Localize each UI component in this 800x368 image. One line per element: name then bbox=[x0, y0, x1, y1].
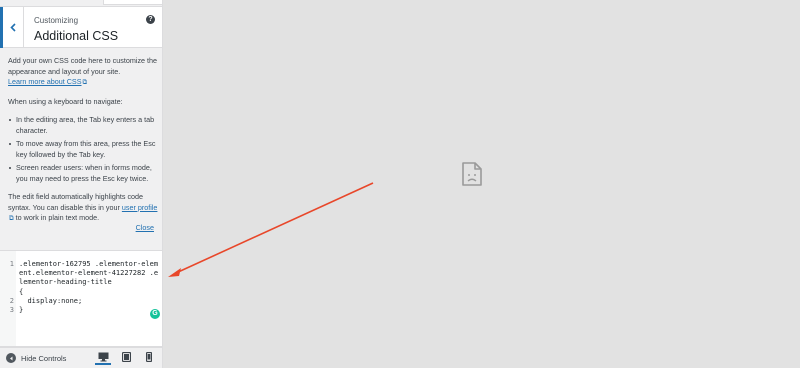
list-item: Screen reader users: when in forms mode,… bbox=[8, 163, 158, 184]
hide-controls-label: Hide Controls bbox=[21, 353, 67, 363]
desktop-preview-button[interactable] bbox=[95, 351, 111, 365]
back-button[interactable] bbox=[0, 7, 24, 48]
line-number: 1 bbox=[9, 260, 14, 268]
chevron-left-icon bbox=[10, 23, 16, 32]
help-icon[interactable]: ? bbox=[146, 15, 155, 24]
broken-image-icon bbox=[462, 162, 482, 186]
line-number: 3 bbox=[9, 306, 14, 315]
tablet-preview-button[interactable] bbox=[118, 351, 134, 365]
list-item: To move away from this area, press the E… bbox=[8, 139, 158, 160]
line-number: 2 bbox=[9, 297, 14, 305]
customizer-sidebar: Customizing Additional CSS ? Add your ow… bbox=[0, 0, 163, 368]
breadcrumb: Customizing bbox=[34, 16, 79, 25]
code-text: { bbox=[19, 287, 24, 296]
close-description-link[interactable]: Close bbox=[136, 223, 154, 232]
section-header: Customizing Additional CSS ? bbox=[0, 6, 162, 48]
grammarly-icon[interactable]: G bbox=[150, 309, 160, 319]
section-description: Add your own CSS code here to customize … bbox=[8, 56, 158, 233]
publish-button-stub[interactable] bbox=[103, 0, 162, 5]
code-text: } bbox=[19, 306, 24, 315]
learn-more-link[interactable]: Learn more about CSS bbox=[8, 77, 82, 86]
user-profile-link[interactable]: user profile bbox=[122, 203, 158, 212]
intro-paragraph: Add your own CSS code here to customize … bbox=[8, 56, 158, 89]
hide-controls-button[interactable]: Hide Controls bbox=[6, 353, 66, 363]
customizer-footer: Hide Controls bbox=[0, 347, 162, 368]
desktop-icon bbox=[98, 352, 108, 362]
code-text: .elementor-162795 .elementor-element.ele… bbox=[19, 260, 159, 287]
page-title: Additional CSS bbox=[34, 29, 119, 43]
keyboard-heading: When using a keyboard to navigate: bbox=[8, 96, 123, 106]
syntax-paragraph: The edit field automatically highlights … bbox=[8, 192, 158, 225]
mobile-icon bbox=[146, 352, 152, 362]
mobile-preview-button[interactable] bbox=[141, 351, 157, 365]
code-text: display:none; bbox=[19, 297, 83, 305]
list-item: In the editing area, the Tab key enters … bbox=[8, 115, 158, 136]
site-preview-frame[interactable] bbox=[164, 0, 800, 368]
tablet-icon bbox=[121, 352, 131, 362]
external-link-icon: ⧉ bbox=[82, 79, 88, 86]
intro-text: Add your own CSS code here to customize … bbox=[8, 56, 158, 76]
device-preview-switcher bbox=[95, 351, 157, 365]
css-code-editor[interactable]: 1 .elementor-162795 .elementor-element.e… bbox=[0, 250, 162, 347]
syntax-text-after: to work in plain text mode. bbox=[13, 213, 100, 222]
collapse-icon bbox=[6, 353, 16, 363]
keyboard-tips-list: In the editing area, the Tab key enters … bbox=[8, 115, 158, 184]
